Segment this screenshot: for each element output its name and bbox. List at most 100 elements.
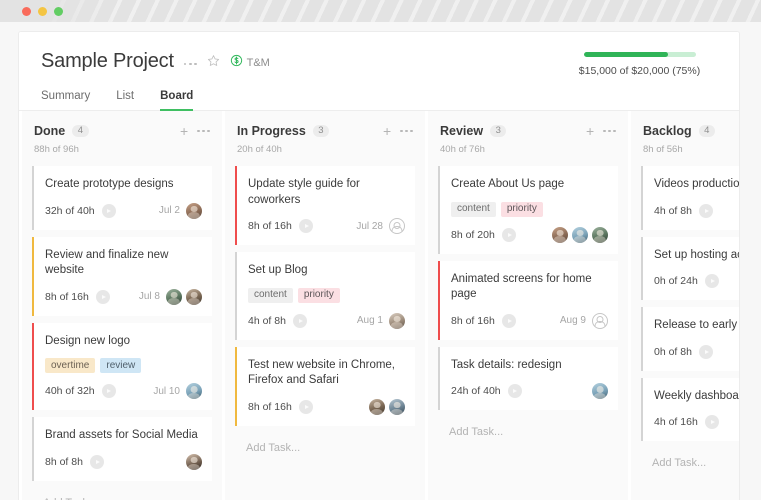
task-footer: 24h of 40h xyxy=(451,382,608,400)
task-hours: 8h of 16h xyxy=(248,401,292,413)
card-list: Update style guide for coworkers8h of 16… xyxy=(235,166,415,426)
task-title: Design new logo xyxy=(45,334,202,350)
avatar[interactable] xyxy=(186,454,202,470)
task-title: Release to early adopters xyxy=(654,318,740,334)
start-timer-icon[interactable] xyxy=(508,384,522,398)
avatar[interactable] xyxy=(186,383,202,399)
task-footer: 32h of 40hJul 2 xyxy=(45,202,202,220)
avatar[interactable] xyxy=(186,203,202,219)
task-title: Create About Us page xyxy=(451,177,608,193)
column-hours: 40h of 76h xyxy=(440,144,616,155)
task-tag[interactable]: overtime xyxy=(45,358,95,373)
avatar[interactable] xyxy=(389,313,405,329)
task-card[interactable]: Videos production4h of 8h xyxy=(641,166,740,230)
tab-summary[interactable]: Summary xyxy=(41,91,90,112)
avatar[interactable] xyxy=(186,289,202,305)
project-title-row: Sample Project T&M xyxy=(41,50,270,73)
tab-board[interactable]: Board xyxy=(160,91,193,112)
task-tag[interactable]: content xyxy=(248,288,293,303)
start-timer-icon[interactable] xyxy=(102,384,116,398)
task-card[interactable]: Review and finalize new website8h of 16h… xyxy=(32,237,212,316)
task-tag[interactable]: priority xyxy=(501,202,543,217)
task-footer: 8h of 20h xyxy=(451,226,608,244)
column-header: Review3+40h of 76h xyxy=(438,111,618,155)
ellipsis-icon[interactable] xyxy=(184,58,197,66)
avatar[interactable] xyxy=(369,399,385,415)
add-task-button[interactable]: Add Task... xyxy=(32,488,212,500)
task-due-date: Aug 1 xyxy=(357,315,383,326)
minimize-window-icon[interactable] xyxy=(38,7,47,16)
task-tag[interactable]: priority xyxy=(298,288,340,303)
task-card[interactable]: Brand assets for Social Media8h of 8h xyxy=(32,417,212,481)
start-timer-icon[interactable] xyxy=(705,415,719,429)
task-card[interactable]: Update style guide for coworkers8h of 16… xyxy=(235,166,415,245)
avatar[interactable] xyxy=(552,227,568,243)
avatar[interactable] xyxy=(166,289,182,305)
task-card[interactable]: Create prototype designs32h of 40hJul 2 xyxy=(32,166,212,230)
star-outline-icon[interactable] xyxy=(207,54,220,72)
task-card[interactable]: Test new website in Chrome, Firefox and … xyxy=(235,347,415,426)
unassigned-avatar-icon[interactable] xyxy=(389,218,405,234)
task-title: Set up Blog xyxy=(248,263,405,279)
task-hours: 8h of 20h xyxy=(451,229,495,241)
add-task-button[interactable]: Add Task... xyxy=(235,433,415,454)
add-task-button[interactable]: Add Task... xyxy=(641,448,740,469)
task-title: Review and finalize new website xyxy=(45,248,202,279)
task-due-date: Jul 28 xyxy=(356,221,383,232)
avatar[interactable] xyxy=(592,227,608,243)
unassigned-avatar-icon[interactable] xyxy=(592,313,608,329)
board-column-backlog: Backlog4+8h of 56hVideos production4h of… xyxy=(631,111,740,500)
start-timer-icon[interactable] xyxy=(502,228,516,242)
column-menu-icon[interactable] xyxy=(400,130,413,133)
board-column-review: Review3+40h of 76h Create About Us page co… xyxy=(428,111,628,500)
start-timer-icon[interactable] xyxy=(699,345,713,359)
task-title: Test new website in Chrome, Firefox and … xyxy=(248,358,405,389)
task-card[interactable]: Weekly dashboards4h of 16h xyxy=(641,378,740,442)
start-timer-icon[interactable] xyxy=(299,400,313,414)
add-card-icon[interactable]: + xyxy=(180,124,188,138)
task-tag[interactable]: content xyxy=(451,202,496,217)
start-timer-icon[interactable] xyxy=(293,314,307,328)
task-hours: 32h of 40h xyxy=(45,205,95,217)
task-card[interactable]: Set up hosting account0h of 24h xyxy=(641,237,740,301)
avatar[interactable] xyxy=(389,399,405,415)
task-hours: 8h of 16h xyxy=(248,220,292,232)
budget-progress-fill xyxy=(584,52,668,57)
task-hours: 24h of 40h xyxy=(451,385,501,397)
add-card-icon[interactable]: + xyxy=(383,124,391,138)
start-timer-icon[interactable] xyxy=(102,204,116,218)
avatar[interactable] xyxy=(592,383,608,399)
dollar-circle-icon xyxy=(230,54,243,72)
task-card[interactable]: Animated screens for home page8h of 16hA… xyxy=(438,261,618,340)
column-title: Done xyxy=(34,124,65,138)
column-menu-icon[interactable] xyxy=(197,130,210,133)
task-footer: 4h of 8h xyxy=(654,202,740,220)
add-card-icon[interactable]: + xyxy=(586,124,594,138)
task-hours: 4h of 8h xyxy=(654,205,692,217)
column-menu-icon[interactable] xyxy=(603,130,616,133)
task-footer: 8h of 8h xyxy=(45,453,202,471)
start-timer-icon[interactable] xyxy=(299,219,313,233)
column-title: Review xyxy=(440,124,483,138)
start-timer-icon[interactable] xyxy=(90,455,104,469)
start-timer-icon[interactable] xyxy=(705,274,719,288)
task-card[interactable]: Task details: redesign24h of 40h xyxy=(438,347,618,411)
column-header: Done4+88h of 96h xyxy=(32,111,212,155)
close-window-icon[interactable] xyxy=(22,7,31,16)
task-card[interactable]: Create About Us page content priority 8h of… xyxy=(438,166,618,254)
task-card[interactable]: Set up Blog content priority 4h of 8hAug 1 xyxy=(235,252,415,340)
avatar[interactable] xyxy=(572,227,588,243)
task-due-date: Jul 10 xyxy=(153,386,180,397)
maximize-window-icon[interactable] xyxy=(54,7,63,16)
task-tag[interactable]: review xyxy=(100,358,141,373)
start-timer-icon[interactable] xyxy=(96,290,110,304)
add-task-button[interactable]: Add Task... xyxy=(438,417,618,438)
task-footer: 4h of 8hAug 1 xyxy=(248,312,405,330)
start-timer-icon[interactable] xyxy=(699,204,713,218)
task-card[interactable]: Design new logo overtime review 40h of 32h J… xyxy=(32,323,212,411)
tab-list[interactable]: List xyxy=(116,91,134,112)
billing-type-badge[interactable]: T&M xyxy=(230,54,270,72)
task-hours: 40h of 32h xyxy=(45,385,95,397)
task-card[interactable]: Release to early adopters0h of 8h xyxy=(641,307,740,371)
start-timer-icon[interactable] xyxy=(502,314,516,328)
